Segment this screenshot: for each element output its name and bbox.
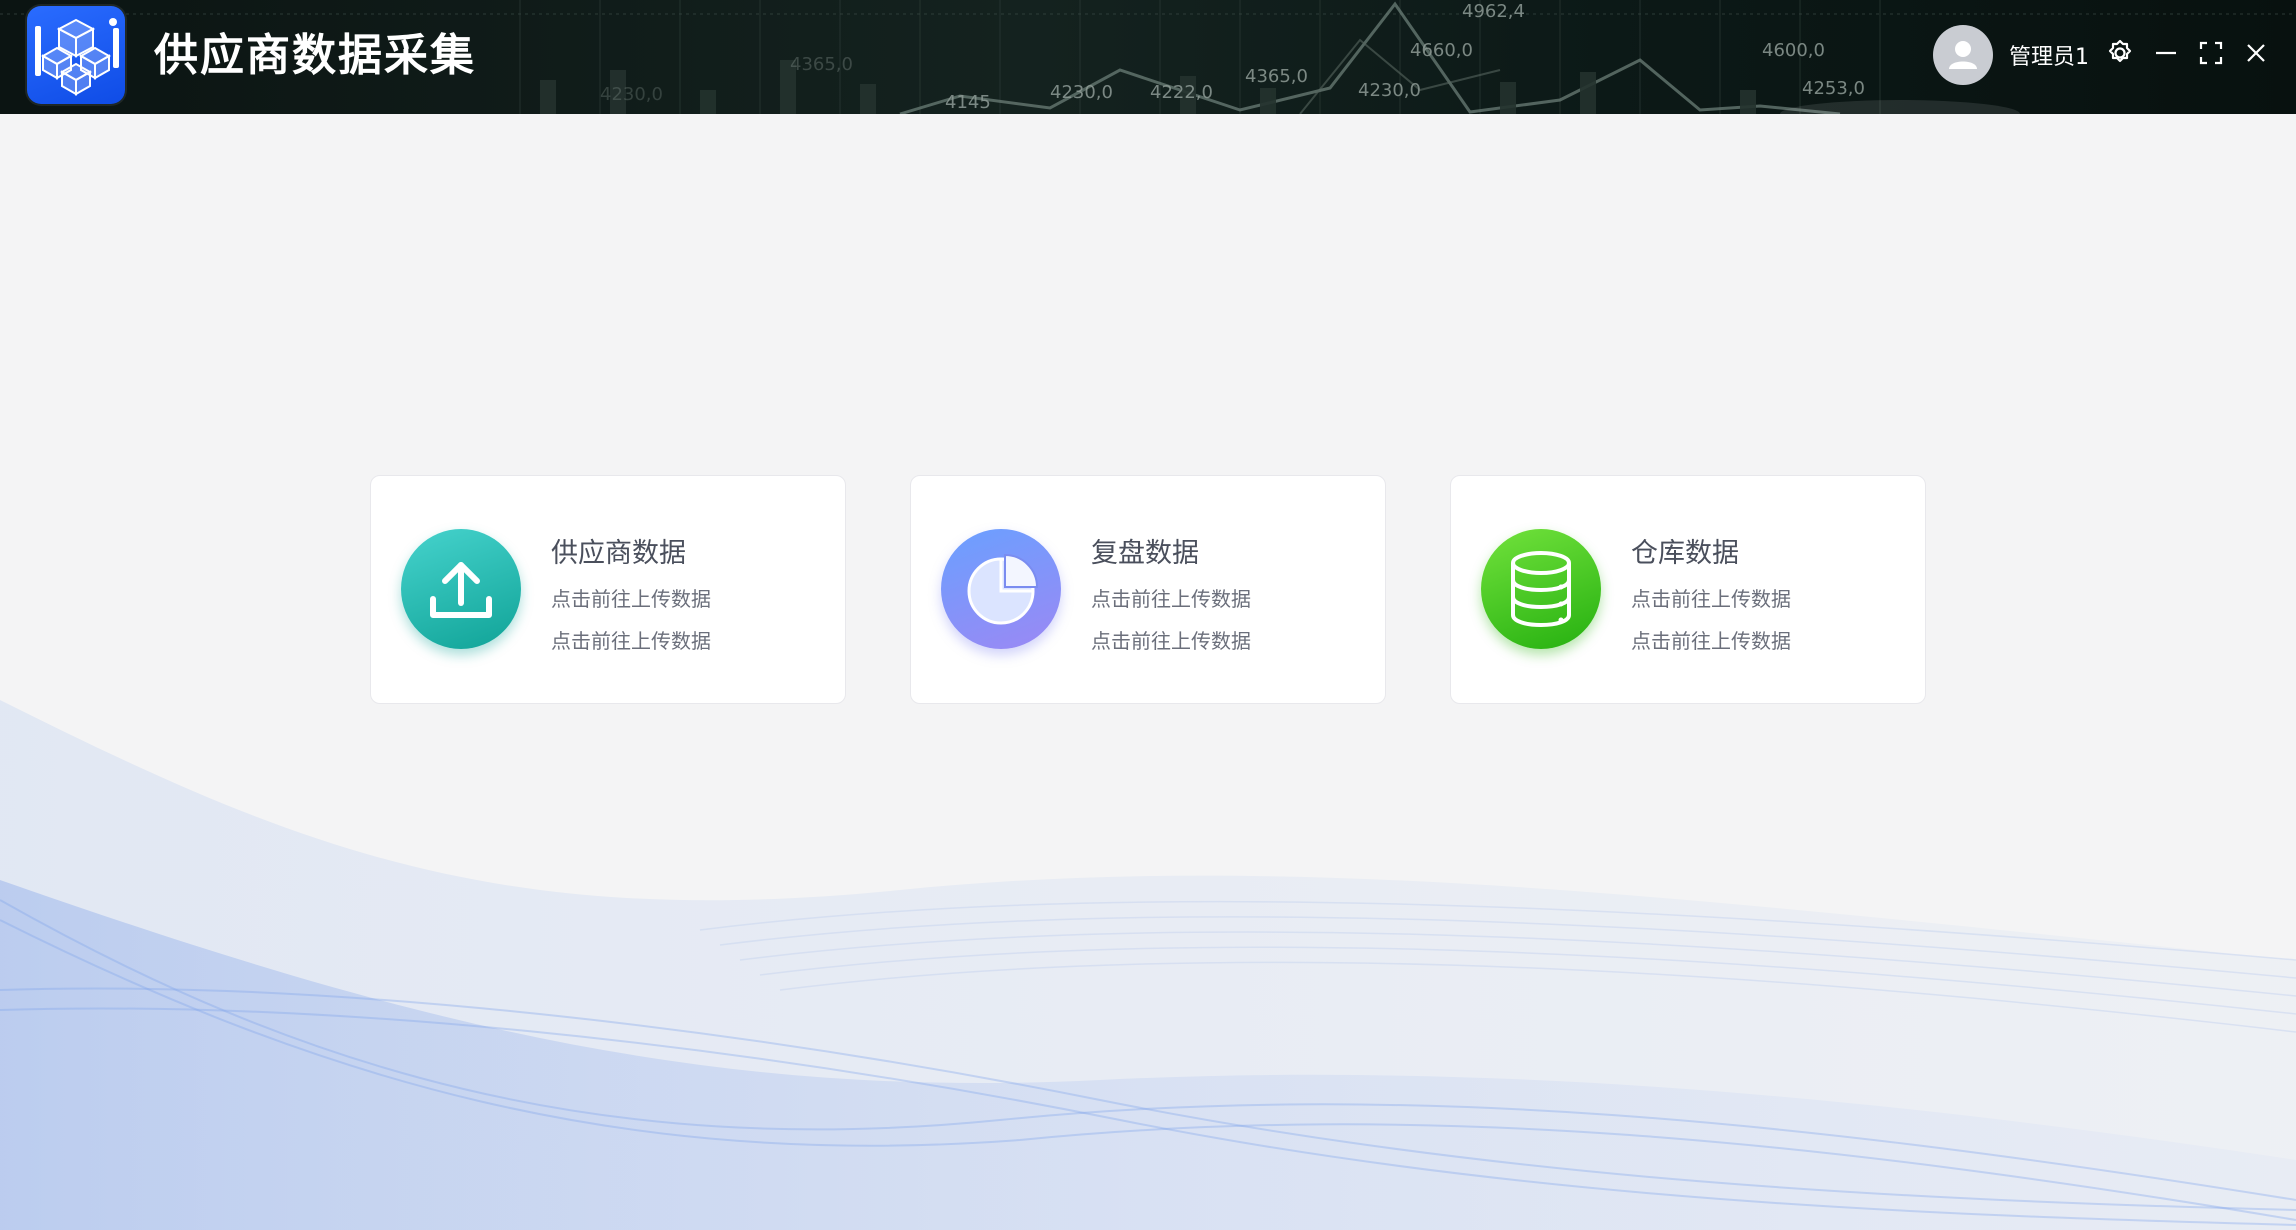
card-icon <box>1481 529 1601 649</box>
avatar[interactable] <box>1933 25 1993 85</box>
ticker-value: 4962,4 <box>1462 1 1525 22</box>
card-warehouse-data[interactable]: 仓库数据 点击前往上传数据 点击前往上传数据 <box>1450 475 1926 704</box>
ticker-value: 4145 <box>945 92 991 113</box>
gear-icon <box>2108 39 2132 63</box>
user-icon <box>1949 41 1977 69</box>
card-supplier-data[interactable]: 供应商数据 点击前往上传数据 点击前往上传数据 <box>370 475 846 704</box>
card-icon <box>941 529 1061 649</box>
card-description: 点击前往上传数据 <box>1091 587 1251 611</box>
pie-chart-icon <box>967 553 1039 625</box>
settings-button[interactable] <box>2104 37 2136 69</box>
ticker-value: 4365,0 <box>790 54 853 75</box>
app-logo <box>27 6 125 104</box>
card-title: 仓库数据 <box>1631 538 1739 569</box>
close-button[interactable] <box>2240 37 2272 69</box>
card-title: 复盘数据 <box>1091 538 1199 569</box>
card-description: 点击前往上传数据 <box>1631 629 1791 653</box>
title-bar: 4962,4 4660,0 4365,0 4600,0 4253,0 4230,… <box>0 0 2296 114</box>
user-menu[interactable]: 管理员1 <box>1933 24 2089 86</box>
ticker-value: 4222,0 <box>1150 82 1213 103</box>
cubes-logo-icon <box>35 18 119 96</box>
ticker-value: 4230,0 <box>1050 82 1113 103</box>
card-title: 供应商数据 <box>551 538 686 569</box>
user-name: 管理员1 <box>2009 45 2089 70</box>
ticker-value: 4660,0 <box>1410 40 1473 61</box>
card-description: 点击前往上传数据 <box>1091 629 1251 653</box>
ticker-value: 4230,0 <box>1358 80 1421 101</box>
ticker-value: 4600,0 <box>1762 40 1825 61</box>
close-icon <box>2247 44 2265 62</box>
card-description: 点击前往上传数据 <box>551 629 711 653</box>
fullscreen-icon <box>2199 41 2223 65</box>
maximize-button[interactable] <box>2195 37 2227 69</box>
app-title: 供应商数据采集 <box>154 30 476 81</box>
minimize-icon <box>2156 51 2176 55</box>
minimize-button[interactable] <box>2150 37 2182 69</box>
card-description: 点击前往上传数据 <box>551 587 711 611</box>
card-description: 点击前往上传数据 <box>1631 587 1791 611</box>
ticker-value: 4230,0 <box>600 84 663 105</box>
card-icon <box>401 529 521 649</box>
database-icon <box>1511 551 1571 628</box>
ticker-value: 4365,0 <box>1245 66 1308 87</box>
upload-icon <box>430 562 492 618</box>
card-review-data[interactable]: 复盘数据 点击前往上传数据 点击前往上传数据 <box>910 475 1386 704</box>
ticker-value: 4253,0 <box>1802 78 1865 99</box>
